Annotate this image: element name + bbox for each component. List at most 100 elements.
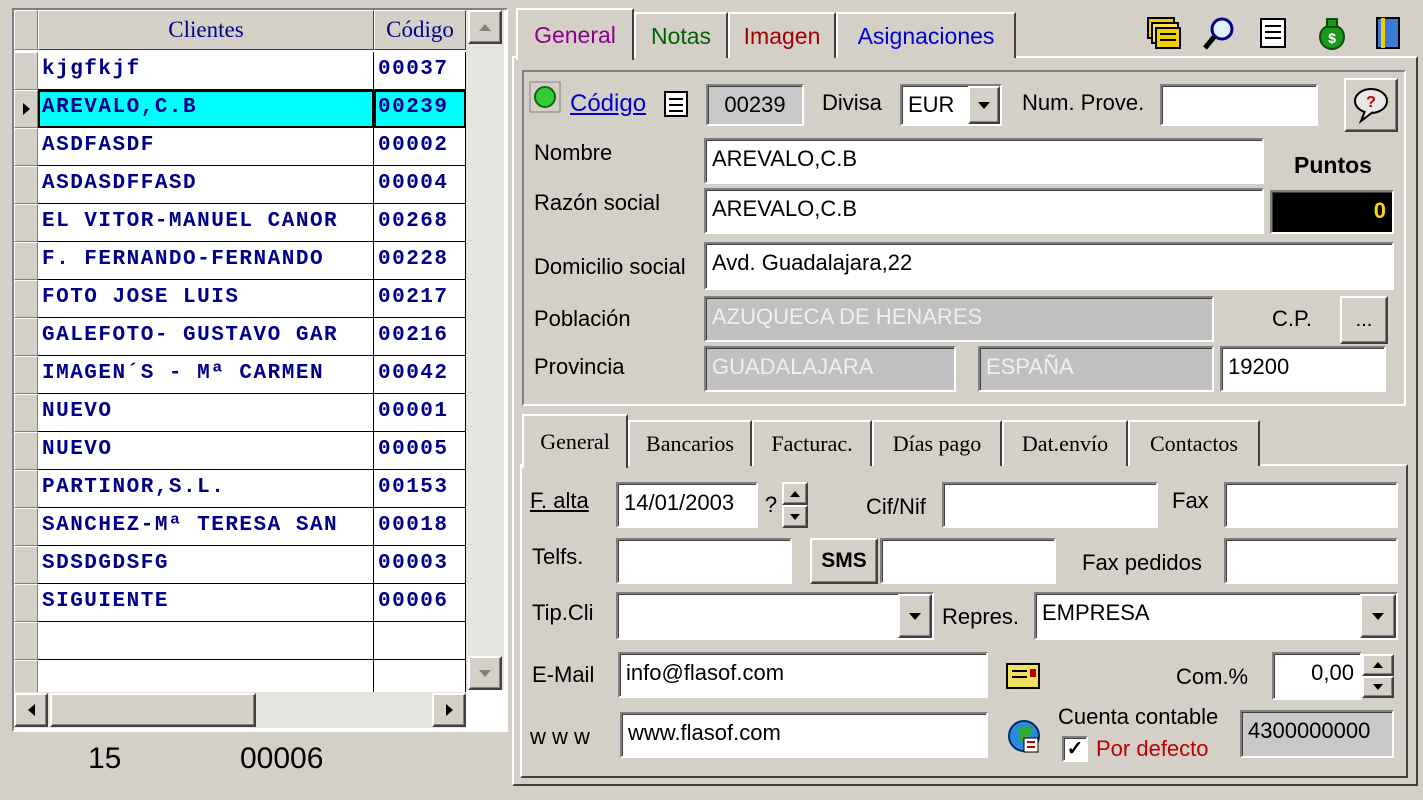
subtab-contactos[interactable]: Contactos bbox=[1128, 420, 1260, 466]
sms-input[interactable] bbox=[880, 538, 1056, 584]
sms-button[interactable]: SMS bbox=[810, 538, 878, 584]
cell-cliente[interactable]: ASDFASDF bbox=[38, 128, 374, 166]
row-indicator[interactable] bbox=[14, 432, 38, 470]
cell-cliente[interactable] bbox=[38, 622, 374, 660]
scroll-up-button[interactable] bbox=[468, 10, 502, 44]
subtab-general[interactable]: General bbox=[522, 414, 628, 468]
row-indicator[interactable] bbox=[14, 394, 38, 432]
cell-cliente[interactable]: F. FERNANDO-FERNANDO bbox=[38, 242, 374, 280]
table-row[interactable]: AREVALO,C.B 00239 bbox=[14, 90, 466, 128]
cell-cliente[interactable]: FOTO JOSE LUIS bbox=[38, 280, 374, 318]
table-row[interactable]: SDSDGDSFG 00003 bbox=[14, 546, 466, 584]
cell-cliente[interactable]: kjgfkjf bbox=[38, 52, 374, 90]
row-indicator[interactable] bbox=[14, 356, 38, 394]
row-indicator[interactable] bbox=[14, 508, 38, 546]
cell-cliente[interactable]: AREVALO,C.B bbox=[38, 90, 374, 128]
notepad-icon[interactable] bbox=[658, 86, 694, 122]
telfs-input[interactable] bbox=[616, 538, 792, 584]
com-input[interactable]: 0,00 bbox=[1272, 652, 1362, 700]
grid-horizontal-scrollbar[interactable] bbox=[14, 692, 466, 728]
green-status-icon[interactable] bbox=[528, 80, 562, 114]
cell-cliente[interactable]: ASDASDFFASD bbox=[38, 166, 374, 204]
cell-cliente[interactable]: EL VITOR-MANUEL CANOR bbox=[38, 204, 374, 242]
column-header-codigo[interactable]: Código bbox=[374, 10, 466, 50]
scroll-down-button[interactable] bbox=[468, 656, 502, 690]
tab-imagen[interactable]: Imagen bbox=[728, 12, 836, 58]
row-indicator[interactable] bbox=[14, 128, 38, 166]
cell-cliente[interactable]: SANCHEZ-Mª TERESA SAN bbox=[38, 508, 374, 546]
pais-input[interactable]: ESPAÑA bbox=[978, 346, 1214, 392]
tab-asignaciones[interactable]: Asignaciones bbox=[836, 12, 1016, 58]
cif-nif-input[interactable] bbox=[942, 482, 1158, 528]
cell-codigo[interactable]: 00268 bbox=[374, 204, 466, 242]
scroll-left-button[interactable] bbox=[14, 693, 48, 727]
table-row[interactable]: SIGUIENTE 00006 bbox=[14, 584, 466, 622]
cell-codigo[interactable]: 00239 bbox=[374, 90, 466, 128]
book-icon[interactable] bbox=[1368, 14, 1408, 52]
table-row[interactable]: ASDASDFFASD 00004 bbox=[14, 166, 466, 204]
tab-general[interactable]: General bbox=[516, 8, 634, 60]
com-spinner[interactable] bbox=[1362, 654, 1394, 698]
f-alta-input[interactable]: 14/01/2003 bbox=[616, 482, 758, 528]
cell-codigo[interactable]: 00018 bbox=[374, 508, 466, 546]
tipcli-select[interactable] bbox=[616, 592, 934, 640]
table-row[interactable]: ASDFASDF 00002 bbox=[14, 128, 466, 166]
por-defecto-checkbox[interactable]: ✓ bbox=[1062, 736, 1088, 762]
email-input[interactable]: info@flasof.com bbox=[618, 652, 988, 698]
spin-down-button[interactable] bbox=[782, 505, 808, 528]
table-row[interactable]: FOTO JOSE LUIS 00217 bbox=[14, 280, 466, 318]
nombre-input[interactable]: AREVALO,C.B bbox=[704, 138, 1264, 184]
cell-codigo[interactable]: 00005 bbox=[374, 432, 466, 470]
table-row[interactable]: NUEVO 00001 bbox=[14, 394, 466, 432]
row-indicator[interactable] bbox=[14, 52, 38, 90]
divisa-dropdown-button[interactable] bbox=[968, 86, 1000, 124]
money-bag-icon[interactable]: $ bbox=[1312, 14, 1352, 52]
row-indicator[interactable] bbox=[14, 622, 38, 660]
spin-up-button[interactable] bbox=[782, 482, 808, 505]
cell-codigo[interactable]: 00216 bbox=[374, 318, 466, 356]
fax-pedidos-input[interactable] bbox=[1224, 538, 1398, 584]
cell-cliente[interactable]: SDSDGDSFG bbox=[38, 546, 374, 584]
table-row[interactable] bbox=[14, 622, 466, 660]
cell-cliente[interactable]: SIGUIENTE bbox=[38, 584, 374, 622]
subtab-facturac[interactable]: Facturac. bbox=[752, 420, 872, 466]
email-card-icon[interactable] bbox=[1004, 660, 1042, 692]
cell-cliente[interactable]: PARTINOR,S.L. bbox=[38, 470, 374, 508]
folders-icon[interactable] bbox=[1144, 14, 1184, 52]
cell-codigo[interactable]: 00217 bbox=[374, 280, 466, 318]
cp-lookup-button[interactable]: ... bbox=[1340, 296, 1388, 344]
table-row[interactable]: F. FERNANDO-FERNANDO 00228 bbox=[14, 242, 466, 280]
row-indicator[interactable] bbox=[14, 470, 38, 508]
spin-up-button[interactable] bbox=[1362, 654, 1394, 676]
table-row[interactable]: IMAGEN´S - Mª CARMEN 00042 bbox=[14, 356, 466, 394]
table-row[interactable]: kjgfkjf 00037 bbox=[14, 52, 466, 90]
cell-codigo[interactable]: 00037 bbox=[374, 52, 466, 90]
search-icon[interactable] bbox=[1200, 14, 1240, 52]
cell-cliente[interactable]: GALEFOTO- GUSTAVO GAR bbox=[38, 318, 374, 356]
cell-codigo[interactable]: 00153 bbox=[374, 470, 466, 508]
repres-select[interactable]: EMPRESA bbox=[1034, 592, 1398, 640]
razon-social-input[interactable]: AREVALO,C.B bbox=[704, 188, 1264, 234]
table-row[interactable]: GALEFOTO- GUSTAVO GAR 00216 bbox=[14, 318, 466, 356]
document-list-icon[interactable] bbox=[1254, 14, 1294, 52]
globe-icon[interactable] bbox=[1004, 716, 1044, 756]
subtab-bancarios[interactable]: Bancarios bbox=[628, 420, 752, 466]
cell-codigo[interactable]: 00003 bbox=[374, 546, 466, 584]
tab-notas[interactable]: Notas bbox=[634, 12, 728, 58]
spin-down-button[interactable] bbox=[1362, 676, 1394, 698]
table-row[interactable]: PARTINOR,S.L. 00153 bbox=[14, 470, 466, 508]
scroll-thumb[interactable] bbox=[50, 693, 256, 727]
www-input[interactable]: www.flasof.com bbox=[620, 712, 988, 758]
help-balloon-button[interactable]: ? bbox=[1344, 78, 1398, 132]
table-row[interactable]: EL VITOR-MANUEL CANOR 00268 bbox=[14, 204, 466, 242]
row-indicator[interactable] bbox=[14, 546, 38, 584]
f-alta-help-button[interactable]: ? bbox=[760, 482, 782, 528]
cell-codigo[interactable]: 00002 bbox=[374, 128, 466, 166]
scroll-right-button[interactable] bbox=[432, 693, 466, 727]
row-indicator[interactable] bbox=[14, 204, 38, 242]
cell-codigo[interactable]: 00004 bbox=[374, 166, 466, 204]
subtab-dat-envio[interactable]: Dat.envío bbox=[1002, 420, 1128, 466]
table-row[interactable]: SANCHEZ-Mª TERESA SAN 00018 bbox=[14, 508, 466, 546]
table-row[interactable]: NUEVO 00005 bbox=[14, 432, 466, 470]
row-indicator[interactable] bbox=[14, 318, 38, 356]
